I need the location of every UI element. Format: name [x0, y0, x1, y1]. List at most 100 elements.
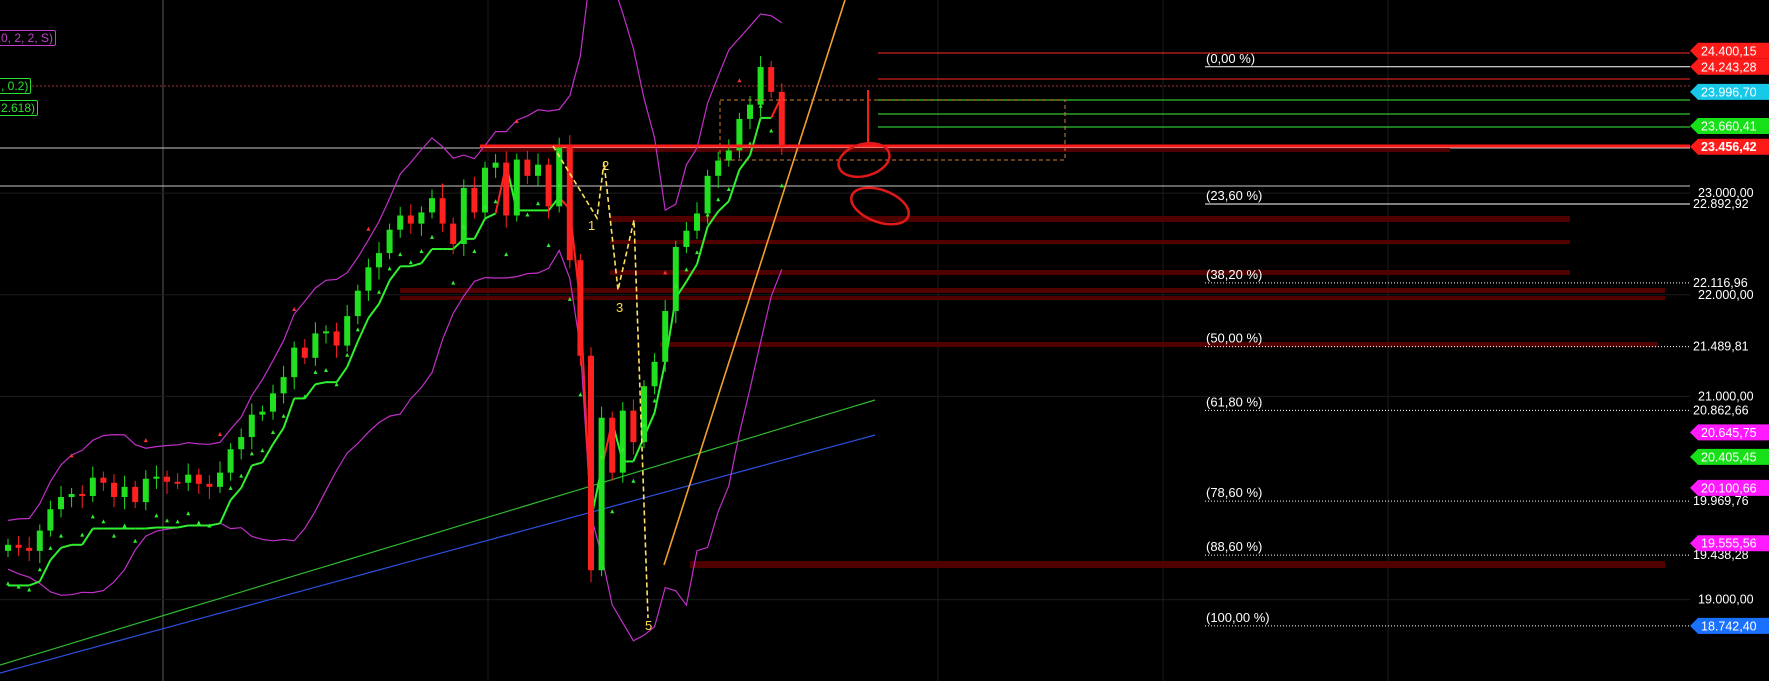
resistance-zone	[690, 561, 1665, 568]
price-chart[interactable]: (0,00 %)(23,60 %)22.892,92(38,20 %)22.11…	[0, 0, 1769, 681]
candle	[492, 153, 499, 178]
sar-dot	[398, 252, 403, 257]
sar-dot	[366, 226, 371, 231]
candle	[439, 187, 446, 232]
price-tag: 24.243,28	[1690, 58, 1769, 75]
price-tag-label: 23.996,70	[1701, 85, 1757, 99]
axis-tick-label: 23.000,00	[1698, 186, 1754, 200]
sar-dot	[324, 367, 328, 372]
sar-dot	[6, 581, 10, 586]
candle	[26, 536, 33, 562]
candle-body	[89, 477, 96, 497]
candle-body	[757, 67, 764, 105]
fib-params-label[interactable]: 2.618)	[0, 100, 39, 116]
candle	[588, 347, 594, 583]
supertrend-segment	[315, 381, 327, 386]
sar-dot	[737, 78, 742, 83]
fib-label: (61,80 %)	[1206, 394, 1262, 409]
candlesticks	[5, 55, 785, 583]
candle-body	[174, 481, 181, 484]
candle-body	[630, 410, 637, 443]
candle-body	[365, 267, 372, 291]
fib-axis-value: 20.862,66	[1693, 403, 1749, 417]
sar-dot	[419, 249, 424, 254]
candle	[376, 241, 382, 280]
candle	[768, 60, 775, 98]
candle-body	[694, 213, 700, 231]
sar-dot	[355, 327, 360, 332]
candle	[333, 322, 340, 358]
candle-body	[439, 198, 446, 224]
candle	[259, 405, 266, 421]
candle	[460, 179, 467, 257]
supertrend-segment	[335, 366, 349, 383]
candle-body	[153, 476, 160, 479]
candle	[153, 465, 160, 489]
supertrend-segment	[738, 154, 751, 171]
candle-body	[47, 509, 54, 531]
fib-level: (23,60 %)22.892,92	[1205, 188, 1749, 211]
candle-body	[280, 377, 287, 394]
fib-label: (78,60 %)	[1206, 485, 1262, 500]
candle-body	[58, 497, 64, 510]
candle-body	[407, 215, 414, 224]
candle-body	[238, 437, 245, 450]
candle	[270, 384, 276, 420]
fib-level: (100,00 %)	[1205, 610, 1690, 627]
candle	[662, 299, 669, 373]
candle-body	[206, 483, 213, 487]
candle	[556, 137, 563, 213]
candle-body	[15, 544, 22, 548]
candle-body	[725, 150, 732, 161]
candle-body	[142, 478, 149, 503]
supertrend-segment	[272, 427, 285, 445]
candle-body	[672, 246, 679, 312]
supertrend-segment	[261, 443, 274, 463]
fib-label: (38,20 %)	[1206, 267, 1262, 282]
sar-dot	[175, 519, 180, 524]
sar-dot	[652, 398, 657, 403]
candle-body	[217, 472, 223, 487]
sar-params-label[interactable]: , 0.2)	[0, 78, 32, 94]
sar-dot	[546, 242, 551, 247]
candle-body	[662, 311, 669, 362]
sar-dot	[377, 289, 381, 294]
sar-dot	[430, 234, 434, 239]
axis-tick-label: 21.000,00	[1698, 389, 1754, 403]
candle	[672, 240, 679, 324]
candle-body	[164, 476, 170, 482]
candle-body	[683, 230, 690, 247]
price-tag: 24.400,15	[1690, 42, 1769, 59]
supertrend-segment	[484, 212, 497, 220]
candle	[312, 322, 319, 366]
price-tag-label: 19.555,56	[1701, 537, 1757, 551]
price-tag: 23.660,41	[1690, 117, 1769, 134]
candle-body	[354, 290, 361, 317]
candle-body	[397, 215, 404, 230]
candle-body	[5, 544, 11, 551]
candle	[418, 206, 425, 236]
candle	[47, 500, 54, 537]
sar-dot	[133, 538, 138, 543]
bollinger-params-text: 0, 2, 2, S)	[1, 31, 54, 45]
candle-body	[344, 316, 351, 346]
sar-dot	[260, 448, 265, 453]
chart-grid	[0, 0, 1690, 681]
candle	[513, 153, 520, 222]
supertrend-segment	[81, 527, 94, 546]
candle	[535, 153, 541, 187]
candle	[354, 284, 361, 325]
sar-dot	[80, 532, 85, 537]
fib-axis-value: 21.489,81	[1693, 340, 1749, 354]
sar-dot	[249, 451, 254, 456]
candle-body	[79, 493, 86, 497]
candle	[778, 83, 785, 155]
candle	[58, 485, 64, 518]
supertrend-segment	[727, 169, 741, 202]
price-tag-label: 23.660,41	[1701, 119, 1757, 133]
sar-dot	[726, 187, 731, 192]
supertrend-segment	[367, 303, 380, 319]
bollinger-params-label[interactable]: 0, 2, 2, S)	[0, 30, 57, 46]
candle	[195, 468, 202, 494]
wave-label: 1	[588, 218, 595, 233]
